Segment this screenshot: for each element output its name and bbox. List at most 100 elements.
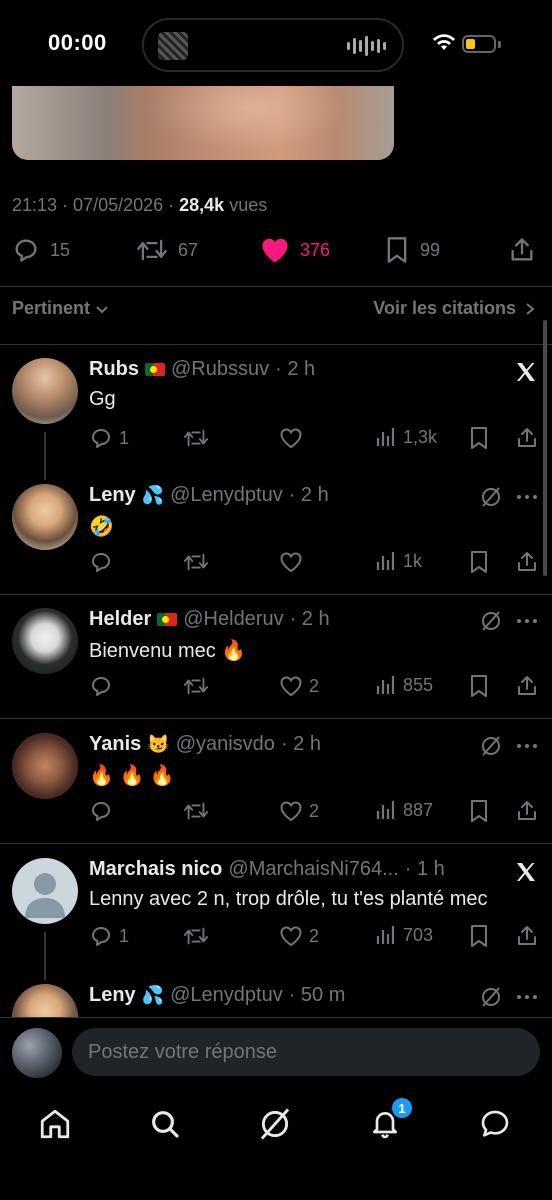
more-options-icon[interactable] xyxy=(516,994,538,1000)
like-button[interactable] xyxy=(279,550,309,574)
bookmark-button[interactable] xyxy=(469,550,489,574)
scrollbar[interactable] xyxy=(543,320,547,576)
reply-time: · 1 h xyxy=(404,858,445,880)
reply-text: 🤣 xyxy=(89,516,114,538)
bookmark-button[interactable] xyxy=(469,426,489,450)
x-logo-icon[interactable] xyxy=(514,860,538,884)
my-avatar[interactable] xyxy=(12,1028,62,1078)
reply-text: Lenny avec 2 n, trop drôle, tu t'es plan… xyxy=(89,888,488,910)
reply-time: · 2 h xyxy=(280,733,321,755)
author-name[interactable]: Leny xyxy=(89,984,136,1007)
cat-emoji: 😼 xyxy=(147,734,170,754)
tweet-actions: 15 67 376 99 xyxy=(12,236,540,270)
grok-icon xyxy=(260,1108,290,1140)
author-handle[interactable]: @Lenydptuv xyxy=(170,484,283,507)
x-logo-icon[interactable] xyxy=(514,360,538,384)
chevron-right-icon xyxy=(526,302,535,315)
audio-waveform-icon xyxy=(347,36,386,56)
grok-icon[interactable] xyxy=(480,986,502,1008)
heart-icon xyxy=(280,676,302,697)
tab-grok[interactable] xyxy=(255,1104,295,1144)
bookmark-button[interactable] xyxy=(469,674,489,698)
repost-button[interactable] xyxy=(183,799,209,823)
default-avatar[interactable] xyxy=(12,858,78,924)
share-button[interactable] xyxy=(515,550,539,574)
status-bar: 00:00 xyxy=(0,0,552,86)
tab-messages[interactable] xyxy=(475,1104,515,1144)
like-button[interactable]: 2 xyxy=(279,674,319,698)
author-handle[interactable]: @Rubssuv xyxy=(171,358,269,381)
reply-button[interactable] xyxy=(89,550,119,574)
bookmark-button[interactable] xyxy=(469,799,489,823)
bookmark-count: 99 xyxy=(420,239,441,260)
reply-button[interactable]: 1 xyxy=(89,924,129,948)
default-profile-icon xyxy=(25,873,65,918)
reply-icon xyxy=(92,429,110,448)
thread-line xyxy=(44,432,46,480)
share-button[interactable] xyxy=(515,674,539,698)
more-options-icon[interactable] xyxy=(516,743,538,749)
repost-button[interactable] xyxy=(183,426,209,450)
repost-button[interactable] xyxy=(183,550,209,574)
share-button[interactable] xyxy=(515,426,539,450)
divider xyxy=(0,718,552,719)
author-handle[interactable]: @Helderuv xyxy=(183,608,283,631)
repost-button[interactable]: 67 xyxy=(136,236,198,264)
home-icon xyxy=(40,1109,70,1139)
author-name[interactable]: Helder xyxy=(89,608,151,631)
views-button[interactable]: 855 xyxy=(375,674,433,696)
view-quotes-link[interactable]: Voir les citations xyxy=(373,298,536,319)
repost-button[interactable] xyxy=(183,674,209,698)
heart-icon xyxy=(280,801,302,822)
author-name[interactable]: Marchais nico xyxy=(89,858,222,881)
bookmark-button[interactable] xyxy=(469,924,489,948)
reply-button[interactable]: 15 xyxy=(12,236,70,264)
repost-button[interactable] xyxy=(183,924,209,948)
views-button[interactable]: 1k xyxy=(375,550,422,572)
author-handle[interactable]: @yanisvdo xyxy=(176,733,275,756)
more-options-icon[interactable] xyxy=(516,494,538,500)
sort-dropdown[interactable]: Pertinent xyxy=(12,298,110,319)
reply-icon xyxy=(92,802,110,821)
dynamic-island[interactable] xyxy=(142,18,404,72)
tab-home[interactable] xyxy=(35,1104,75,1144)
reply-button[interactable] xyxy=(89,674,119,698)
avatar[interactable] xyxy=(12,484,78,550)
bookmark-icon xyxy=(471,551,487,573)
reply-input[interactable] xyxy=(72,1028,540,1076)
share-icon xyxy=(518,676,536,695)
author-handle[interactable]: @MarchaisNi764... xyxy=(228,858,398,881)
grok-icon[interactable] xyxy=(480,610,502,632)
views-count: 855 xyxy=(403,674,434,695)
like-button[interactable]: 2 xyxy=(279,799,319,823)
views-button[interactable]: 887 xyxy=(375,799,433,821)
tab-search[interactable] xyxy=(145,1104,185,1144)
avatar[interactable] xyxy=(12,733,78,799)
share-button[interactable] xyxy=(508,236,536,264)
share-icon xyxy=(518,552,536,571)
tweet-media-image[interactable] xyxy=(12,86,394,160)
avatar[interactable] xyxy=(12,358,78,424)
like-button[interactable]: 2 xyxy=(279,924,319,948)
reply-count: 1 xyxy=(119,427,130,448)
reply-button[interactable]: 1 xyxy=(89,426,129,450)
grok-icon[interactable] xyxy=(480,486,502,508)
portugal-flag-icon xyxy=(145,363,165,376)
reply-icon xyxy=(92,553,110,572)
share-button[interactable] xyxy=(515,924,539,948)
avatar[interactable] xyxy=(12,608,78,674)
share-button[interactable] xyxy=(515,799,539,823)
views-button[interactable]: 1,3k xyxy=(375,426,437,448)
author-name[interactable]: Rubs xyxy=(89,358,139,381)
grok-icon[interactable] xyxy=(480,735,502,757)
chevron-down-icon xyxy=(96,305,108,313)
like-button[interactable] xyxy=(279,426,309,450)
like-button[interactable]: 376 xyxy=(260,236,330,264)
views-button[interactable]: 703 xyxy=(375,924,433,946)
reply-button[interactable] xyxy=(89,799,119,823)
bookmark-button[interactable]: 99 xyxy=(384,236,440,264)
author-name[interactable]: Yanis xyxy=(89,733,141,756)
author-handle[interactable]: @Lenydptuv xyxy=(170,984,283,1007)
more-options-icon[interactable] xyxy=(516,618,538,624)
author-name[interactable]: Leny xyxy=(89,484,136,507)
